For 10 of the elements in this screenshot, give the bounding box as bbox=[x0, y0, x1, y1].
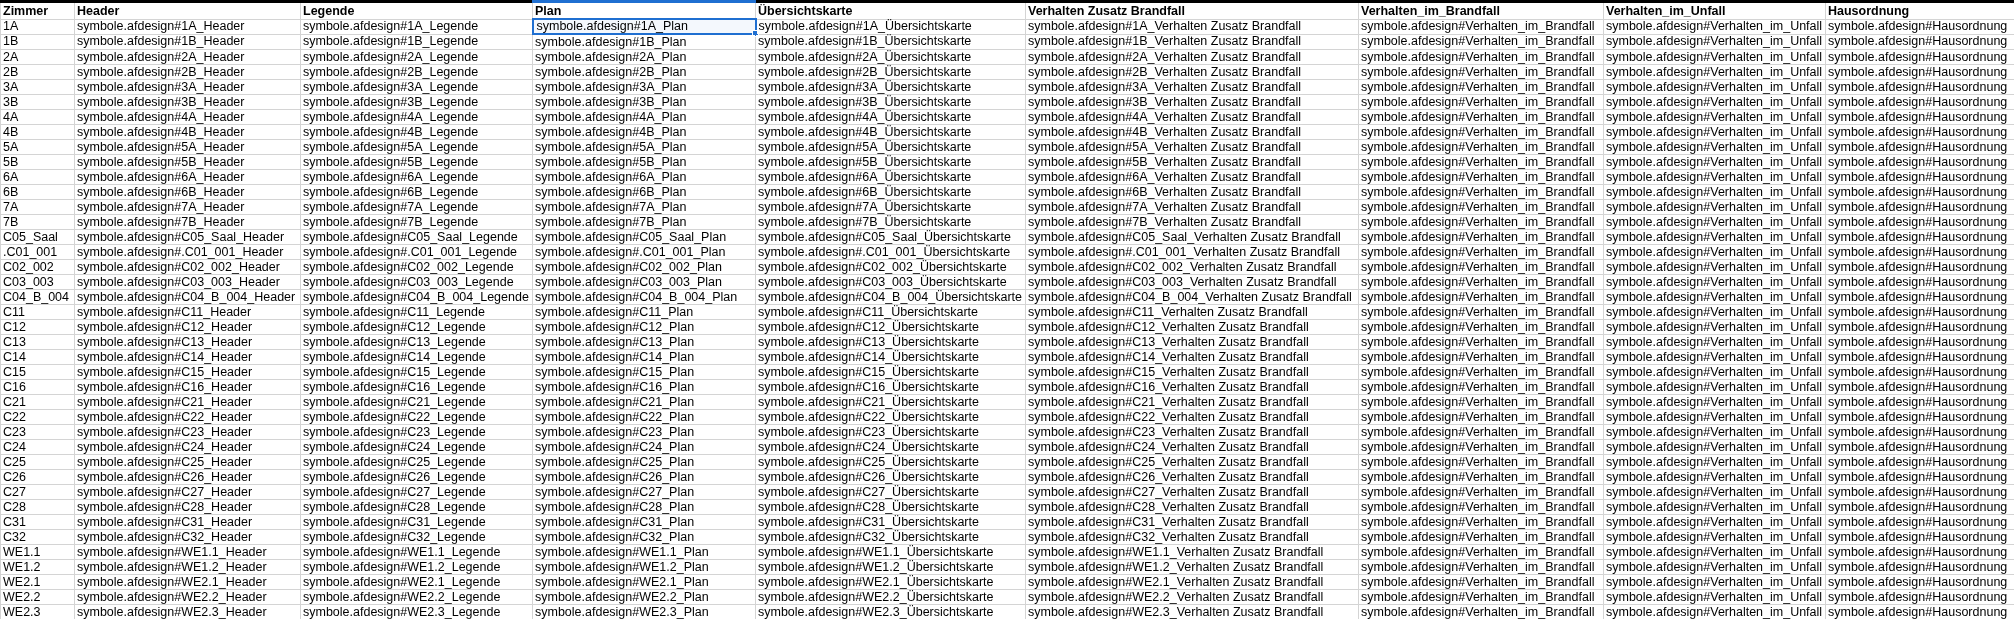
table-cell: symbole.afdesign#1A_Plan bbox=[532, 19, 756, 34]
column-header: Zimmer bbox=[0, 1, 75, 19]
column-header: Plan bbox=[532, 1, 756, 19]
column-header: Verhalten_im_Brandfall bbox=[1358, 1, 1604, 19]
column-header: Hausordnung bbox=[1825, 1, 2014, 19]
column-header: Übersichtskarte bbox=[755, 1, 1026, 19]
column-header: Header bbox=[74, 1, 301, 19]
column-header: Verhalten Zusatz Brandfall bbox=[1025, 1, 1359, 19]
column-header: Legende bbox=[300, 1, 533, 19]
column-header: Verhalten_im_Unfall bbox=[1603, 1, 1826, 19]
